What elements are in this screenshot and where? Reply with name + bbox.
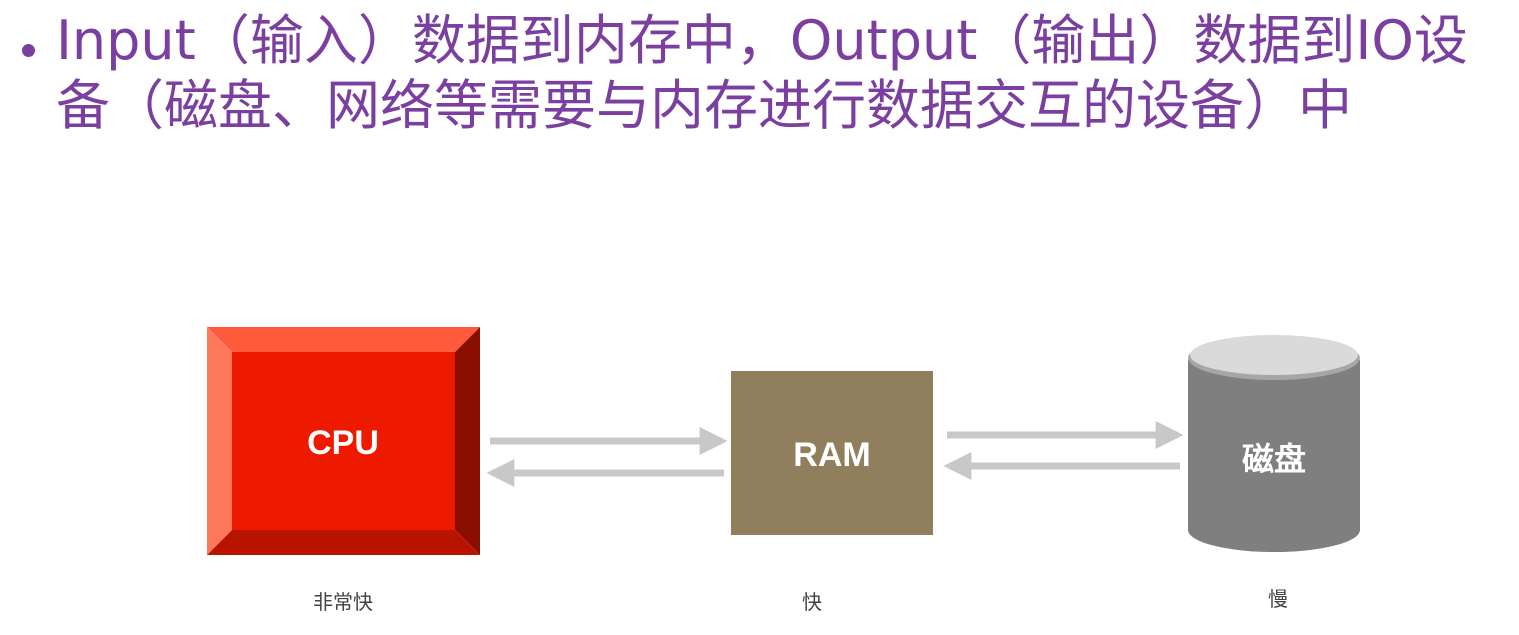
ram-node: RAM [731, 371, 933, 535]
cpu-bevel-right [455, 327, 480, 555]
disk-node: 磁盘 [1188, 335, 1360, 552]
cpu-label: CPU [307, 424, 379, 462]
cpu-bevel-left [207, 327, 232, 555]
cpu-bevel-top [207, 327, 480, 352]
cpu-node: CPU [207, 327, 480, 555]
cpu-speed-caption: 非常快 [313, 590, 373, 614]
ram-speed-caption: 快 [802, 590, 822, 614]
disk-label: 磁盘 [1242, 440, 1306, 478]
cpu-bevel-bottom [207, 530, 480, 555]
ram-label: RAM [793, 436, 870, 474]
io-diagram: CPU RAM 磁盘 [207, 327, 1360, 555]
disk-top [1190, 335, 1358, 375]
disk-speed-caption: 慢 [1268, 587, 1288, 611]
